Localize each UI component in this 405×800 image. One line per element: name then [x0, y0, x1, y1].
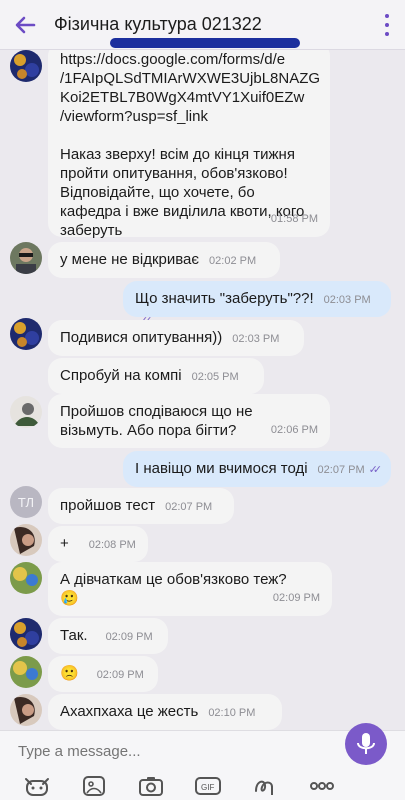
avatar[interactable]	[10, 242, 42, 274]
avatar[interactable]	[10, 618, 42, 650]
message-bubble[interactable]: Так. 02:09 PM	[48, 618, 168, 654]
svg-text:GIF: GIF	[201, 783, 214, 792]
message-bubble[interactable]: пройшов тест 02:07 PM	[48, 488, 234, 524]
more-vertical-icon[interactable]	[383, 14, 391, 36]
message-bubble[interactable]: у мене не відкриває 02:02 PM	[48, 242, 280, 278]
message-bubble[interactable]: Подивися опитування)) 02:03 PM	[48, 320, 304, 356]
back-arrow-icon[interactable]	[12, 12, 38, 38]
message-bubble[interactable]: А дівчаткам це обов'язково теж? 🥲 02:09 …	[48, 562, 332, 616]
message-bubble[interactable]: Спробуй на компі 02:05 PM	[48, 358, 264, 394]
message-bubble[interactable]: https://docs.google.com/forms/d/e /1FAIp…	[48, 50, 330, 239]
sticker-icon[interactable]	[22, 775, 52, 797]
more-options-icon[interactable]	[307, 775, 337, 797]
avatar-initials[interactable]: ТЛ	[10, 486, 42, 518]
sticker-pack-icon[interactable]	[79, 775, 109, 797]
avatar[interactable]	[10, 694, 42, 726]
avatar[interactable]	[10, 396, 42, 428]
message-time: 02:03 PM	[323, 294, 371, 306]
message-text: І навіщо ми вчимося тоді	[135, 460, 308, 477]
message-list[interactable]: https://docs.google.com/forms/d/e /1FAIp…	[0, 50, 405, 730]
message-time: 02:09 PM	[96, 669, 144, 681]
message-time: 02:10 PM	[208, 707, 256, 719]
message-bubble[interactable]: Пройшов сподіваюся що не візьмуть. Або п…	[48, 394, 330, 448]
message-bubble[interactable]: Ахахпхаха це жесть 02:10 PM	[48, 694, 282, 730]
message-bubble-outgoing[interactable]: Що значить "заберуть"??!02:03 PM✓✓	[123, 281, 391, 327]
avatar[interactable]	[10, 524, 42, 556]
message-text: 🙁	[60, 665, 79, 682]
microphone-icon[interactable]	[345, 723, 387, 765]
avatar[interactable]	[10, 562, 42, 594]
message-bubble-outgoing[interactable]: І навіщо ми вчимося тоді 02:07 PM ✓✓	[123, 451, 391, 487]
redaction-mark	[110, 38, 300, 48]
message-bubble[interactable]: +02:08 PM	[48, 526, 148, 562]
message-text: Так.	[60, 627, 88, 644]
message-time: 02:05 PM	[191, 371, 239, 383]
message-time: 02:07 PM	[317, 464, 365, 476]
message-text: у мене не відкриває	[60, 251, 200, 268]
message-time: 02:09 PM	[105, 631, 153, 643]
chat-header: Фізична культура 021322	[0, 0, 405, 50]
message-time: 01:58 PM	[270, 213, 318, 225]
message-bubble[interactable]: 🙁 02:09 PM	[48, 656, 158, 692]
message-text: пройшов тест	[60, 497, 156, 514]
message-time: 02:02 PM	[209, 255, 257, 267]
message-text: +	[60, 535, 69, 552]
doodle-icon[interactable]	[250, 775, 280, 797]
message-text: Спробуй на компі	[60, 367, 182, 384]
gif-icon[interactable]: GIF	[193, 775, 223, 797]
message-text: Ахахпхаха це жесть	[60, 703, 199, 720]
message-time: 02:07 PM	[165, 501, 213, 513]
message-time: 02:09 PM	[272, 592, 320, 604]
avatar[interactable]	[10, 656, 42, 688]
camera-icon[interactable]	[136, 775, 166, 797]
message-time: 02:03 PM	[232, 333, 280, 345]
message-input[interactable]	[18, 743, 318, 760]
read-receipt-icon: ✓✓	[368, 464, 383, 476]
chat-title[interactable]: Фізична культура 021322	[54, 14, 262, 35]
message-text: Подивися опитування))	[60, 329, 223, 346]
avatar[interactable]	[10, 318, 42, 350]
message-text: Що значить "заберуть"??!	[135, 290, 314, 307]
message-time: 02:06 PM	[270, 424, 318, 436]
avatar[interactable]	[10, 50, 42, 82]
message-time: 02:08 PM	[88, 539, 136, 551]
composer: GIF	[0, 723, 405, 800]
